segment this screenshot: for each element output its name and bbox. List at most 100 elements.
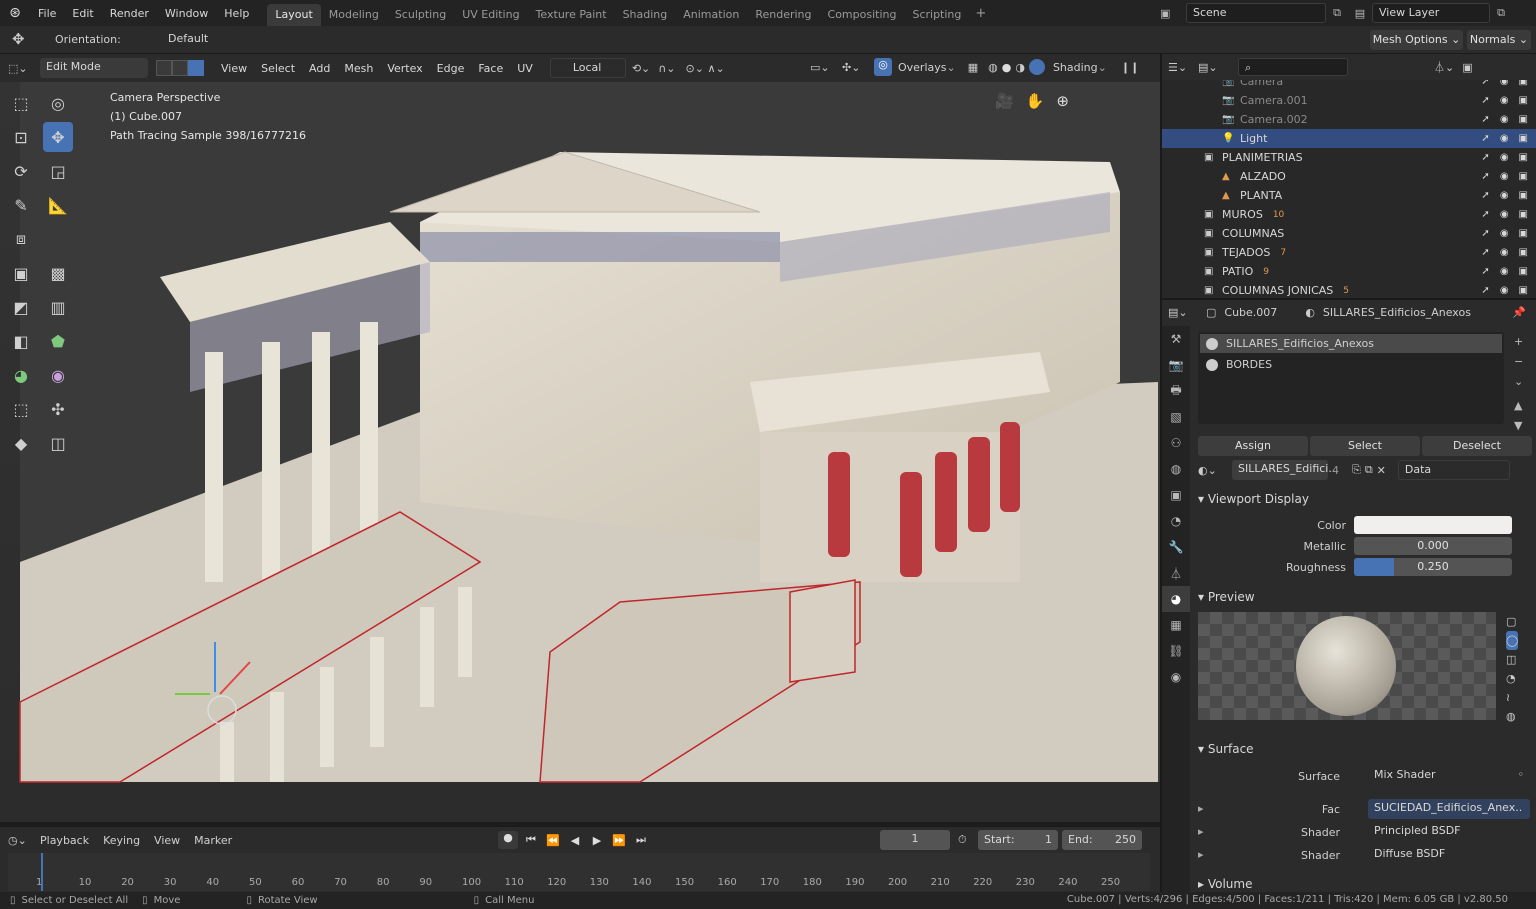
view-layer-tab-icon[interactable]: ▧ [1162, 404, 1190, 430]
xray-icon[interactable]: ▦ [968, 61, 978, 74]
select-arrow-icon[interactable]: ➚ [1481, 247, 1489, 258]
inset-tool-icon[interactable]: ▩ [43, 258, 73, 288]
eye-icon[interactable]: ◉ [1500, 171, 1509, 182]
solid-shading-icon[interactable]: ● [1002, 61, 1012, 74]
remove-slot-icon[interactable]: − [1514, 352, 1523, 372]
3d-viewport[interactable]: Camera Perspective (1) Cube.007 Path Tra… [0, 82, 1160, 822]
eye-icon[interactable]: ◉ [1500, 114, 1509, 125]
snap-icon[interactable]: ∩⌄ [658, 62, 675, 75]
eye-icon[interactable]: ◉ [1500, 95, 1509, 106]
tab-shading[interactable]: Shading [615, 4, 676, 26]
eye-icon[interactable]: ◉ [1500, 228, 1509, 239]
select-box-icon[interactable]: ⬚ [6, 88, 36, 118]
viewport-menu-uv[interactable]: UV [510, 62, 540, 75]
pan-hand-icon[interactable]: ✋ [1026, 92, 1045, 110]
unlink-material-icon[interactable]: ✕ [1377, 464, 1386, 477]
tab-sculpting[interactable]: Sculpting [387, 4, 454, 26]
orientation-dropdown[interactable]: Default [143, 29, 238, 49]
texture-tab-icon[interactable]: ▦ [1162, 612, 1190, 638]
scene-tab-icon[interactable]: ⚇ [1162, 430, 1190, 456]
outliner-row[interactable]: ▣ TEJADOS 7 ➚ ◉ ▣ [1162, 243, 1536, 262]
browse-material-icon[interactable]: ◐⌄ [1198, 464, 1228, 477]
material-slot-2[interactable]: BORDES [1200, 355, 1502, 374]
poly-build-tool-icon[interactable]: ⬟ [43, 326, 73, 356]
record-icon[interactable]: ● [498, 831, 518, 849]
outliner-row[interactable]: ▲ ALZADO ➚ ◉ ▣ [1162, 167, 1536, 186]
tab-compositing[interactable]: Compositing [820, 4, 905, 26]
tab-texture-paint[interactable]: Texture Paint [528, 4, 615, 26]
outliner-row[interactable]: ▣ COLUMNAS ➚ ◉ ▣ [1162, 224, 1536, 243]
mesh-options-dropdown[interactable]: Mesh Options ⌄ [1370, 30, 1463, 50]
slot-menu-icon[interactable]: ⌄ [1514, 372, 1523, 392]
select-arrow-icon[interactable]: ➚ [1481, 95, 1489, 106]
blender-logo-icon[interactable]: ⊛ [0, 5, 30, 21]
preview-cube-icon[interactable]: ◫ [1506, 650, 1518, 669]
color-swatch[interactable] [1354, 516, 1512, 534]
eye-icon[interactable]: ◉ [1500, 285, 1509, 296]
viewport-menu-add[interactable]: Add [302, 62, 337, 75]
constraints-tab-icon[interactable]: ⛓ [1162, 638, 1190, 664]
render-tab-icon[interactable]: 📷 [1162, 352, 1190, 378]
new-collection-icon[interactable]: ▣ [1462, 61, 1472, 74]
outliner-row[interactable]: ▲ PLANTA ➚ ◉ ▣ [1162, 186, 1536, 205]
tab-rendering[interactable]: Rendering [747, 4, 819, 26]
shading-label[interactable]: Shading [1053, 61, 1098, 74]
outliner-row[interactable]: ▣ MUROS 10 ➚ ◉ ▣ [1162, 205, 1536, 224]
camera-render-icon[interactable]: ▣ [1519, 247, 1528, 258]
rip-tool-icon[interactable]: ◫ [43, 428, 73, 458]
select-button[interactable]: Select [1310, 436, 1420, 456]
material-slot-list[interactable]: SILLARES_Edificios_Anexos BORDES [1198, 332, 1504, 424]
viewport-menu-mesh[interactable]: Mesh [337, 62, 380, 75]
material-slot-1[interactable]: SILLARES_Edificios_Anexos [1200, 334, 1502, 353]
tab-animation[interactable]: Animation [675, 4, 747, 26]
physics-tab-icon[interactable]: ◔ [1162, 508, 1190, 534]
viewport-menu-view[interactable]: View [214, 62, 254, 75]
knife-tool-icon[interactable]: ◧ [6, 326, 36, 356]
outliner-row[interactable]: ▣ PATIO 9 ➚ ◉ ▣ [1162, 262, 1536, 281]
eye-icon[interactable]: ◉ [1500, 190, 1509, 201]
eye-icon[interactable]: ◉ [1500, 209, 1509, 220]
volume-panel-header[interactable]: ▸ Volume [1198, 877, 1252, 891]
outliner-row[interactable]: 💡 Light ➚ ◉ ▣ [1162, 129, 1536, 148]
outliner-row[interactable]: ▣ COLUMNAS JONICAS 5 ➚ ◉ ▣ [1162, 281, 1536, 298]
playhead[interactable] [41, 853, 43, 891]
shader2-expand-icon[interactable]: ▸ [1198, 848, 1204, 861]
particles-tab-icon[interactable]: ⏃ [1162, 560, 1190, 586]
view-layer-icon[interactable]: ▤ [1348, 7, 1372, 20]
metallic-slider[interactable]: 0.000 [1354, 537, 1512, 555]
viewport-menu-edge[interactable]: Edge [430, 62, 472, 75]
preview-monkey-icon[interactable]: ◔ [1506, 669, 1518, 688]
tab-uv-editing[interactable]: UV Editing [454, 4, 527, 26]
timeline-menu-view[interactable]: View [154, 834, 180, 847]
eye-icon[interactable]: ◉ [1500, 266, 1509, 277]
loop-cut-tool-icon[interactable]: ▥ [43, 292, 73, 322]
shader1-expand-icon[interactable]: ▸ [1198, 825, 1204, 838]
select-arrow-icon[interactable]: ➚ [1481, 171, 1489, 182]
shader2-field[interactable]: Diffuse BSDF [1368, 845, 1530, 865]
select-arrow-icon[interactable]: ➚ [1481, 133, 1489, 144]
frame-ruler[interactable]: 1 10 20 30 40 50 60 70 80 90 100 110 120 130 140 150 160… [8, 853, 1150, 891]
camera-render-icon[interactable]: ▣ [1519, 114, 1528, 125]
eye-icon[interactable]: ◉ [1500, 152, 1509, 163]
scene-field[interactable]: Scene [1186, 3, 1326, 23]
outliner-row[interactable]: 📷 Camera.001 ➚ ◉ ▣ [1162, 91, 1536, 110]
next-keyframe-icon[interactable]: ⏩ [610, 834, 628, 847]
menu-edit[interactable]: Edit [64, 7, 101, 20]
material-tab-icon[interactable]: ◕ [1162, 586, 1190, 612]
pin-icon[interactable]: 📌 [1512, 306, 1526, 319]
menu-help[interactable]: Help [216, 7, 257, 20]
transform-gizmo-icon[interactable]: ✥ [12, 30, 25, 48]
camera-view-icon[interactable]: 🎥 [995, 92, 1014, 110]
pivot-icon[interactable]: ⟲⌄ [632, 62, 650, 75]
camera-render-icon[interactable]: ▣ [1519, 209, 1528, 220]
move-tool-icon[interactable]: ✥ [43, 122, 73, 152]
preview-world-icon[interactable]: ◍ [1506, 707, 1518, 726]
timeline-menu-marker[interactable]: Marker [194, 834, 232, 847]
camera-render-icon[interactable]: ▣ [1519, 190, 1528, 201]
filter-icon[interactable]: ⏃⌄ [1434, 59, 1454, 75]
rendered-shading-icon[interactable] [1028, 59, 1045, 75]
edge-slide-tool-icon[interactable]: ⬚ [6, 394, 36, 424]
add-workspace-icon[interactable]: + [975, 6, 986, 21]
annotate-tool-icon[interactable]: ✎ [6, 190, 36, 220]
viewport-menu-face[interactable]: Face [471, 62, 510, 75]
